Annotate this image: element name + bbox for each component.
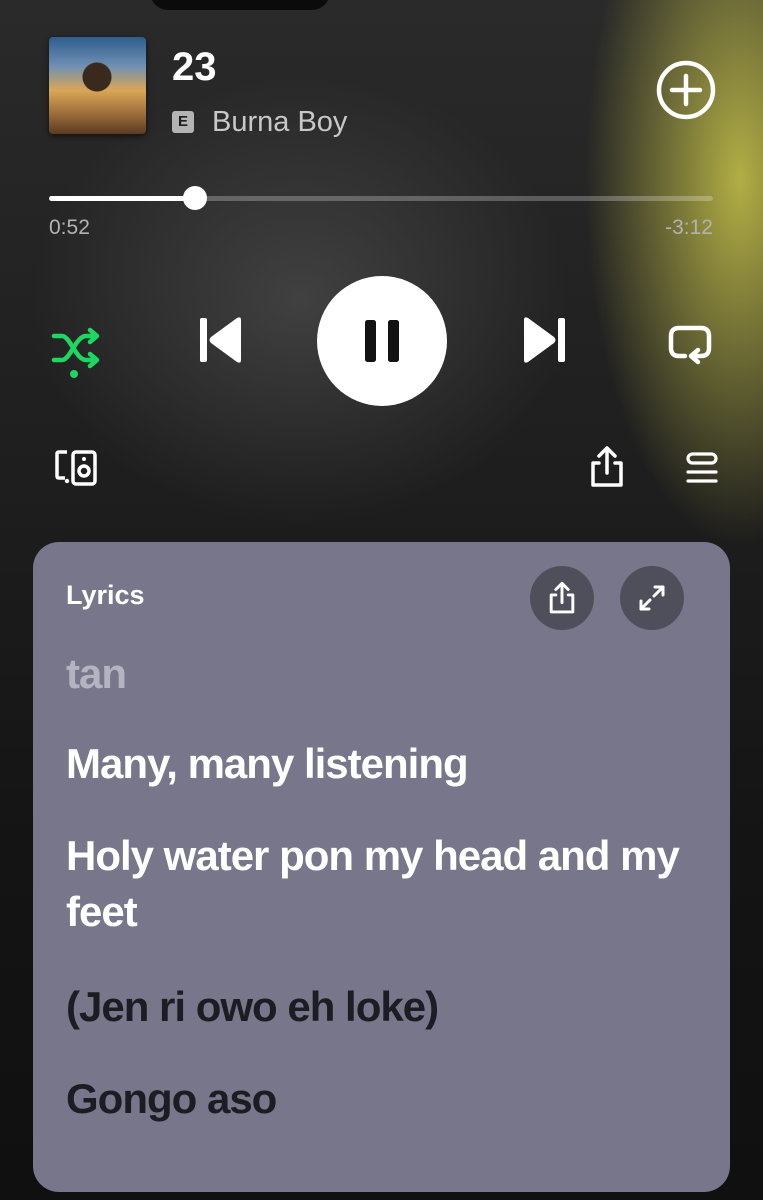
elapsed-time: 0:52 [49,216,90,239]
progress-knob[interactable] [183,186,208,210]
progress-fill [49,196,196,201]
repeat-icon [668,325,712,365]
lyrics-heading: Lyrics [66,580,145,610]
lyric-line[interactable]: (Jen ri owo eh loke) [66,979,706,1035]
expand-icon [639,585,665,611]
shuffle-active-dot [70,370,78,378]
album-art[interactable] [49,37,146,134]
lyric-line[interactable]: Many, many listening [66,736,706,792]
add-to-library-button[interactable] [655,59,717,121]
previous-button[interactable] [190,310,250,370]
explicit-badge: E [172,111,194,133]
artist-name[interactable]: Burna Boy [212,104,347,140]
lyrics-card[interactable]: Lyrics tan Many, many listening Holy wat… [33,542,730,1192]
queue-icon [686,452,718,483]
track-title[interactable]: 23 [172,44,217,90]
connect-devices-icon [55,450,97,486]
lyrics-expand-button[interactable] [620,566,684,630]
share-icon [549,581,575,614]
progress-bar[interactable] [49,186,713,210]
next-button[interactable] [515,310,575,370]
skip-previous-icon [200,317,241,363]
remaining-time: -3:12 [665,216,713,239]
shuffle-icon [51,327,100,369]
top-handle [150,0,330,10]
lyric-line[interactable]: Holy water pon my head and my feet [66,828,706,940]
lyric-line[interactable]: Gongo aso [66,1071,706,1127]
repeat-button[interactable] [662,315,718,371]
plus-circle-icon [656,60,716,120]
pause-button[interactable] [317,276,447,406]
lyrics-share-button[interactable] [530,566,594,630]
skip-next-icon [524,317,565,363]
queue-button[interactable] [682,448,722,488]
connect-devices-button[interactable] [52,447,100,489]
share-icon [591,446,623,487]
pause-icon [365,320,399,362]
share-button[interactable] [585,444,629,490]
lyric-line[interactable]: tan [66,646,706,702]
